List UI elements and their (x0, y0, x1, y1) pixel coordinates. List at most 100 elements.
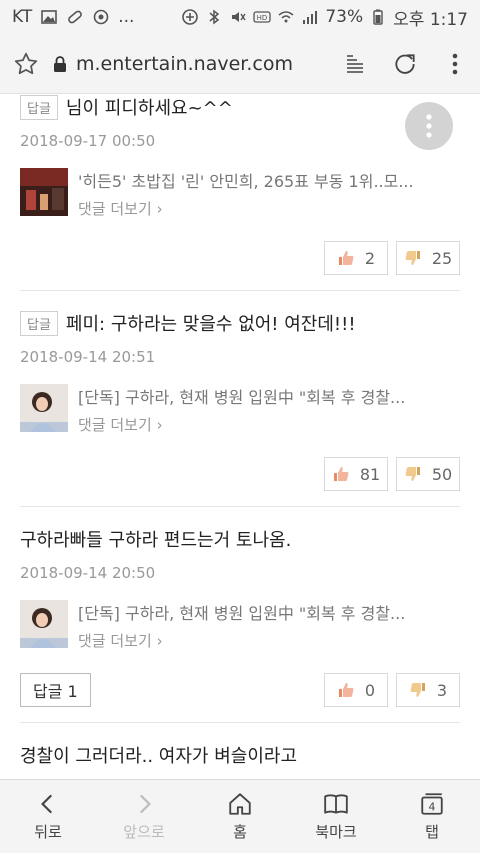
mute-icon (229, 8, 247, 26)
dislike-button[interactable]: 3 (396, 673, 460, 707)
tabs-label: 탭 (425, 823, 439, 841)
reply-tag: 답글 (20, 310, 58, 336)
reply-count-button[interactable]: 답글 1 (20, 673, 91, 707)
like-button[interactable]: 81 (324, 457, 388, 491)
pill-notification-icon (66, 8, 84, 26)
star-icon (14, 52, 38, 74)
bookmarks-label: 북마크 (315, 823, 357, 841)
like-button[interactable]: 0 (324, 673, 388, 707)
more-vertical-icon (426, 114, 432, 138)
comment-item: 구하라빠들 구하라 편드는거 토나옴. 2018-09-14 20:50 [단독… (20, 526, 460, 707)
bluetooth-icon (205, 8, 223, 26)
lock-icon (54, 55, 66, 72)
wifi-icon (277, 8, 295, 26)
floating-more-button[interactable] (405, 102, 453, 150)
comment-text: 페미: 구하라는 맞을수 없어! 여잔데!!! (65, 314, 356, 335)
like-count: 2 (364, 248, 376, 268)
article-title: [단독] 구하라, 현재 병원 입원中 "회복 후 경찰... (78, 604, 406, 623)
svg-text:HD: HD (257, 14, 268, 22)
more-comments-label: 댓글 더보기 (78, 200, 152, 218)
comment-text: 구하라빠들 구하라 편드는거 토나옴. (20, 530, 292, 551)
divider (20, 506, 460, 507)
more-comments-label: 댓글 더보기 (78, 632, 152, 650)
article-thumbnail (20, 168, 68, 216)
bookmark-star-button[interactable] (0, 51, 52, 77)
thumbs-down-icon (405, 467, 420, 481)
data-saver-icon (181, 8, 199, 26)
battery-icon (369, 8, 387, 26)
bookmarks-button[interactable]: 북마크 (288, 780, 384, 853)
image-notification-icon (40, 8, 58, 26)
forward-button[interactable]: 앞으로 (96, 780, 192, 853)
clock: 오후 1:17 (393, 9, 468, 30)
comment-date: 2018-09-14 20:51 (20, 348, 156, 366)
chevron-right-icon: › (156, 200, 163, 218)
address-field[interactable]: m.entertain.naver.com (52, 53, 330, 75)
reply-tag: 답글 (20, 94, 58, 120)
reload-button[interactable] (380, 51, 430, 77)
article-link[interactable]: [단독] 구하라, 현재 병원 입원中 "회복 후 경찰... 댓글 더보기 › (20, 384, 460, 435)
more-comments-link[interactable]: 댓글 더보기 › (78, 630, 458, 651)
divider (20, 722, 460, 723)
battery-percent: 73% (325, 7, 364, 27)
tabs-button[interactable]: 4 탭 (384, 780, 480, 853)
tab-count: 4 (429, 801, 436, 814)
chevron-right-icon (139, 794, 151, 814)
article-title: '히든5' 초밥집 '린' 안민희, 265표 부동 1위..모... (78, 172, 414, 191)
more-comments-link[interactable]: 댓글 더보기 › (78, 414, 458, 435)
thumbs-down-icon (410, 683, 425, 697)
like-button[interactable]: 2 (324, 241, 388, 275)
hd-voice-icon: HD (253, 8, 271, 26)
more-vertical-icon (452, 53, 458, 74)
divider (20, 290, 460, 291)
reader-mode-icon (347, 54, 363, 73)
chevron-right-icon: › (156, 632, 163, 650)
comment-text: 경찰이 그러더라.. 여자가 벼슬이라고 (20, 746, 298, 767)
signal-icon (301, 8, 319, 26)
tabs-icon: 4 (421, 793, 443, 815)
more-comments-link[interactable]: 댓글 더보기 › (78, 198, 458, 219)
comment-item: 답글 님이 피디하세요~^^ 2018-09-17 00:50 '히든5' 초밥… (20, 94, 460, 275)
back-label: 뒤로 (34, 823, 62, 841)
reload-icon (395, 53, 415, 74)
forward-label: 앞으로 (123, 823, 165, 841)
home-icon (229, 793, 251, 815)
article-link[interactable]: '히든5' 초밥집 '린' 안민희, 265표 부동 1위..모... 댓글 더… (20, 168, 460, 219)
comment-date: 2018-09-17 00:50 (20, 132, 156, 150)
thumbs-up-icon (333, 467, 349, 481)
browser-url-bar: m.entertain.naver.com (0, 34, 480, 94)
dislike-count: 3 (436, 680, 448, 700)
status-bar: KT ... HD 73% 오후 1:17 (0, 0, 480, 34)
comment-date: 2018-09-14 20:50 (20, 564, 156, 582)
more-comments-label: 댓글 더보기 (78, 416, 152, 434)
comment-list: 답글 님이 피디하세요~^^ 2018-09-17 00:50 '히든5' 초밥… (0, 94, 480, 779)
sync-notification-icon (92, 8, 110, 26)
comment-item: 경찰이 그러더라.. 여자가 벼슬이라고 (20, 742, 460, 768)
url-text: m.entertain.naver.com (76, 52, 293, 75)
article-link[interactable]: [단독] 구하라, 현재 병원 입원中 "회복 후 경찰... 댓글 더보기 › (20, 600, 460, 651)
carrier-label: KT (12, 7, 33, 27)
browser-bottom-nav: 뒤로 앞으로 홈 북마크 4 탭 (0, 779, 480, 853)
dislike-button[interactable]: 50 (396, 457, 460, 491)
dislike-count: 50 (431, 464, 453, 484)
back-button[interactable]: 뒤로 (0, 780, 96, 853)
more-notifications-label: ... (118, 7, 135, 27)
comment-text: 님이 피디하세요~^^ (65, 98, 233, 119)
like-count: 81 (359, 464, 381, 484)
book-icon (324, 794, 348, 814)
like-count: 0 (364, 680, 376, 700)
chevron-right-icon: › (156, 416, 163, 434)
chevron-left-icon (41, 794, 53, 814)
article-title: [단독] 구하라, 현재 병원 입원中 "회복 후 경찰... (78, 388, 406, 407)
home-button[interactable]: 홈 (192, 780, 288, 853)
article-thumbnail (20, 384, 68, 432)
browser-menu-button[interactable] (430, 52, 480, 76)
thumbs-up-icon (338, 251, 354, 265)
reader-mode-button[interactable] (330, 52, 380, 76)
comment-item: 답글 페미: 구하라는 맞을수 없어! 여잔데!!! 2018-09-14 20… (20, 310, 460, 491)
dislike-button[interactable]: 25 (396, 241, 460, 275)
article-thumbnail (20, 600, 68, 648)
thumbs-down-icon (405, 251, 420, 265)
dislike-count: 25 (431, 248, 453, 268)
thumbs-up-icon (338, 683, 354, 697)
